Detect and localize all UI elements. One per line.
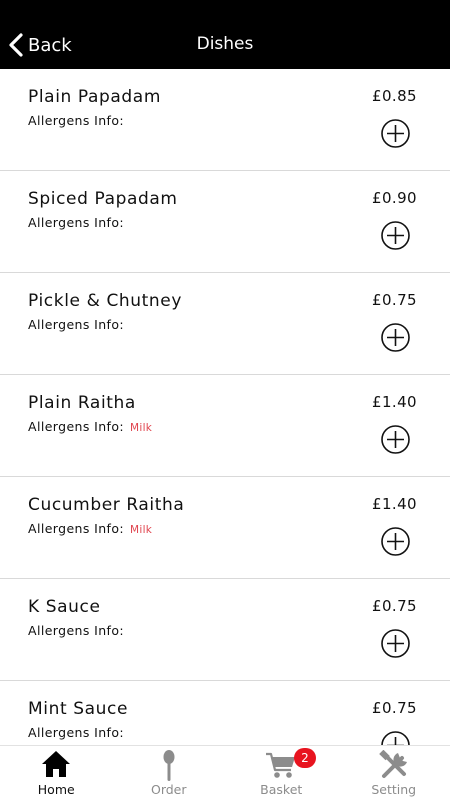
add-to-basket-button[interactable] [381,425,410,454]
allergens-label: Allergens Info: [28,419,125,434]
tab-setting[interactable]: Setting [338,746,450,800]
tab-label-home: Home [37,782,75,797]
tab-label-basket: Basket [260,782,303,797]
add-to-basket-button[interactable] [381,221,410,250]
add-to-basket-button[interactable] [381,119,410,148]
cart-icon [265,750,297,780]
tab-order[interactable]: Order [113,746,226,800]
allergens-info: Allergens Info: [28,317,130,332]
dish-item[interactable]: Plain Papadam Allergens Info: £0.85 [0,69,450,171]
dish-name: Plain Raitha [28,393,136,413]
dish-name: Plain Papadam [28,87,161,107]
add-to-basket-button[interactable] [381,527,410,556]
plus-circle-icon [381,425,410,454]
dish-list[interactable]: Plain Papadam Allergens Info: £0.85 Spic… [0,69,450,745]
dish-price: £0.85 [372,87,417,105]
dish-name: K Sauce [28,597,101,617]
dish-item[interactable]: Mint Sauce Allergens Info: £0.75 [0,681,450,745]
tab-bar: Home Order Basket Setting 2 [0,745,450,800]
dish-name: Spiced Papadam [28,189,178,209]
allergens-label: Allergens Info: [28,623,125,638]
dish-name: Mint Sauce [28,699,129,719]
allergens-label: Allergens Info: [28,317,125,332]
tab-basket[interactable]: Basket [225,746,338,800]
tab-label-setting: Setting [371,782,417,797]
tab-label-order: Order [150,782,187,797]
add-to-basket-button[interactable] [381,629,410,658]
allergens-info: Allergens Info: [28,725,130,740]
allergen-value: Milk [130,422,153,434]
plus-circle-icon [381,731,410,745]
dish-item[interactable]: Cucumber Raitha Allergens Info: Milk £1.… [0,477,450,579]
dish-price: £1.40 [372,393,417,411]
dish-price: £0.90 [372,189,417,207]
dish-price: £0.75 [372,597,417,615]
add-to-basket-button[interactable] [381,323,410,352]
header-bar: Back Dishes [0,0,450,69]
allergens-info: Allergens Info: [28,215,130,230]
home-icon [41,750,71,780]
plus-circle-icon [381,221,410,250]
tab-home[interactable]: Home [0,746,113,800]
dish-name: Cucumber Raitha [28,495,185,515]
dish-name: Pickle & Chutney [28,291,183,311]
dish-item[interactable]: Spiced Papadam Allergens Info: £0.90 [0,171,450,273]
basket-count-badge: 2 [294,748,316,768]
plus-circle-icon [381,119,410,148]
allergens-label: Allergens Info: [28,215,125,230]
dish-item[interactable]: Pickle & Chutney Allergens Info: £0.75 [0,273,450,375]
tools-icon [378,750,410,780]
spoon-icon [162,750,176,781]
plus-circle-icon [381,527,410,556]
allergens-label: Allergens Info: [28,521,125,536]
page-title: Dishes [196,34,254,54]
allergens-info: Allergens Info: Milk [28,419,152,434]
plus-circle-icon [381,323,410,352]
dish-price: £0.75 [372,291,417,309]
allergens-info: Allergens Info: [28,113,130,128]
allergens-label: Allergens Info: [28,725,125,740]
dish-price: £0.75 [372,699,417,717]
allergens-info: Allergens Info: Milk [28,521,152,536]
dish-item[interactable]: K Sauce Allergens Info: £0.75 [0,579,450,681]
allergens-info: Allergens Info: [28,623,130,638]
dish-price: £1.40 [372,495,417,513]
allergen-value: Milk [130,524,153,536]
allergens-label: Allergens Info: [28,113,125,128]
plus-circle-icon [381,629,410,658]
dish-item[interactable]: Plain Raitha Allergens Info: Milk £1.40 [0,375,450,477]
add-to-basket-button[interactable] [381,731,410,745]
